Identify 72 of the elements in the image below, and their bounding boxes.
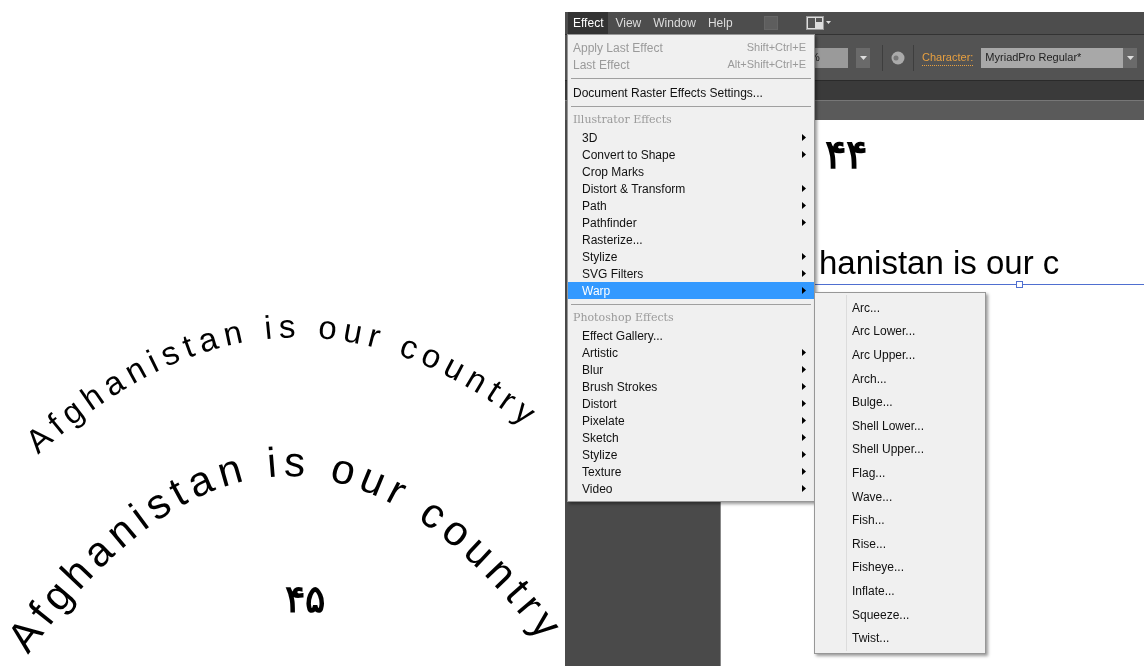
- submenu-arrow-icon: [802, 185, 806, 192]
- submenu-item[interactable]: Wave...: [815, 484, 985, 509]
- font-field[interactable]: MyriadPro Regular*: [981, 47, 1124, 68]
- menu-bar-item[interactable]: Window: [648, 12, 701, 34]
- menu-item[interactable]: Rasterize...: [568, 231, 814, 248]
- submenu-arrow-icon: [802, 485, 806, 492]
- page-number: ۴۵: [285, 578, 325, 620]
- menu-item[interactable]: Texture: [568, 463, 814, 480]
- submenu-arrow-icon: [802, 134, 806, 141]
- submenu-item[interactable]: Arc Lower...: [815, 319, 985, 344]
- submenu-item[interactable]: Arch...: [815, 366, 985, 391]
- submenu-item[interactable]: Squeeze...: [815, 602, 985, 627]
- submenu-item[interactable]: Shell Lower...: [815, 413, 985, 438]
- submenu-item[interactable]: Arc...: [815, 296, 985, 320]
- submenu-item[interactable]: Shell Upper...: [815, 437, 985, 462]
- menu-item[interactable]: Pixelate: [568, 412, 814, 429]
- submenu-arrow-icon: [802, 434, 806, 441]
- submenu-arrow-icon: [802, 366, 806, 373]
- caret-icon: [1126, 55, 1134, 60]
- menu-bar-item[interactable]: Effect: [568, 12, 609, 34]
- menu-item[interactable]: Document Raster Effects Settings...: [568, 84, 814, 101]
- warped-word: our: [326, 443, 415, 515]
- menu-bar-item[interactable]: View: [610, 12, 647, 34]
- menu-item[interactable]: Pathfinder: [568, 214, 814, 231]
- submenu-item[interactable]: Fish...: [815, 508, 985, 532]
- submenu-arrow-icon: [802, 151, 806, 158]
- warped-word: is: [265, 438, 307, 487]
- submenu-arrow-icon: [802, 253, 806, 260]
- submenu-arrow-icon: [802, 383, 806, 390]
- menu-item[interactable]: Effect Gallery...: [568, 327, 814, 344]
- submenu-item[interactable]: Twist...: [815, 626, 985, 650]
- globe-icon[interactable]: [891, 50, 905, 65]
- submenu-arrow-icon: [802, 400, 806, 407]
- caret-icon: [859, 55, 867, 60]
- selection-handle: [1016, 281, 1023, 288]
- dropdown-button[interactable]: [856, 47, 870, 68]
- submenu-item[interactable]: Flag...: [815, 461, 985, 485]
- layout-icon[interactable]: [805, 16, 832, 30]
- submenu-item[interactable]: Rise...: [815, 531, 985, 556]
- menu-item[interactable]: Convert to Shape: [568, 146, 814, 163]
- menu-item[interactable]: Crop Marks: [568, 163, 814, 180]
- menu-section-label: Illustrator Effects: [573, 112, 672, 129]
- submenu-item[interactable]: Fisheye...: [815, 555, 985, 580]
- submenu-arrow-icon: [802, 349, 806, 356]
- submenu-arrow-icon: [802, 451, 806, 458]
- menu-item[interactable]: Sketch: [568, 429, 814, 446]
- menu-item[interactable]: Brush Strokes: [568, 378, 814, 395]
- submenu-arrow-icon: [802, 468, 806, 475]
- submenu-item[interactable]: Inflate...: [815, 579, 985, 603]
- menu-section-label: Photoshop Effects: [573, 310, 674, 327]
- submenu-item[interactable]: Bulge...: [815, 390, 985, 414]
- submenu-arrow-icon: [802, 202, 806, 209]
- menu-item[interactable]: Stylize: [568, 248, 814, 265]
- submenu-arrow-icon: [802, 270, 806, 277]
- menu-item[interactable]: Artistic: [568, 344, 814, 361]
- menu-item[interactable]: Distort: [568, 395, 814, 412]
- page-number: ۴۴: [825, 134, 867, 174]
- menu-item[interactable]: Video: [568, 480, 814, 497]
- dropdown-button[interactable]: [1123, 47, 1138, 68]
- menu-bar-item[interactable]: Help: [702, 12, 738, 34]
- menu-item[interactable]: Stylize: [568, 446, 814, 463]
- menu-item[interactable]: SVG Filters: [568, 265, 814, 282]
- menu-item[interactable]: Blur: [568, 361, 814, 378]
- submenu-arrow-icon: [802, 417, 806, 424]
- submenu-arrow-icon: [802, 287, 806, 294]
- menu-item[interactable]: 3D: [568, 129, 814, 146]
- character-label[interactable]: Character:: [922, 48, 974, 67]
- menu-item[interactable]: Distort & Transform: [568, 180, 814, 197]
- submenu-item[interactable]: Arc Upper...: [815, 343, 985, 367]
- submenu-arrow-icon: [802, 219, 806, 226]
- menu-item[interactable]: Path: [568, 197, 814, 214]
- canvas-text: hanistan is our c: [819, 246, 1060, 279]
